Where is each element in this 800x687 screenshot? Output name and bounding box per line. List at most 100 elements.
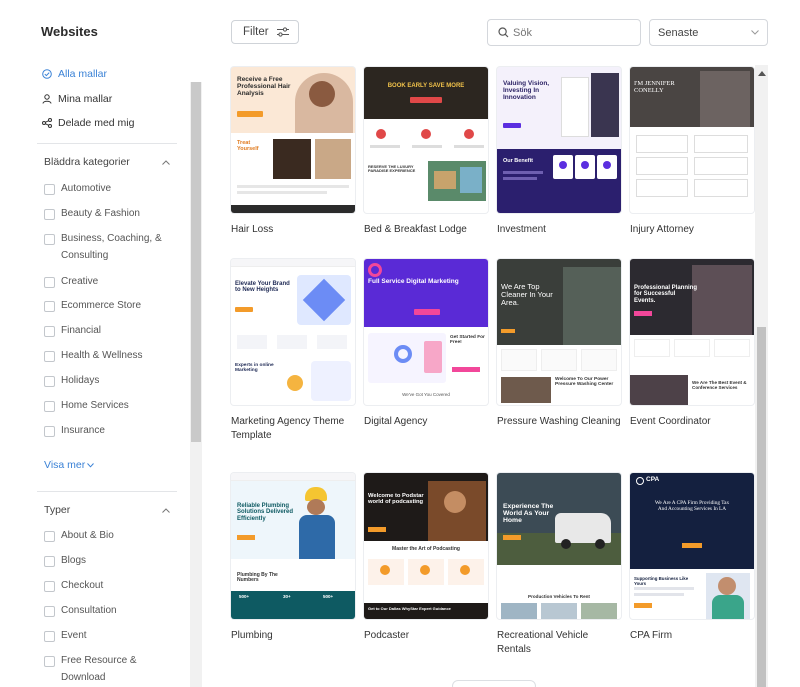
template-thumbnail[interactable]: Welcome to Podstar world of podcasting M…	[364, 473, 488, 619]
category-ecommerce[interactable]: Ecommerce Store	[44, 300, 173, 314]
checkbox[interactable]	[44, 301, 55, 312]
template-thumbnail[interactable]: We Are Top Cleaner In Your Area. Welcome…	[497, 259, 621, 405]
template-card-event-coordinator[interactable]: Professional Planning for Successful Eve…	[630, 259, 754, 429]
checkbox[interactable]	[44, 401, 55, 412]
sidebar-item-all-templates[interactable]: Alla mallar	[42, 68, 107, 80]
template-thumbnail[interactable]: Reliable Plumbing Solutions Delivered Ef…	[231, 473, 355, 619]
template-card-cpa-firm[interactable]: CPA We Are A CPA Firm Providing Tax And …	[630, 473, 754, 643]
template-card-investment[interactable]: Valuing Vision, Investing In Innovation …	[497, 67, 621, 237]
sidebar-scrollbar[interactable]	[190, 82, 202, 687]
template-name: Investment	[497, 224, 546, 235]
template-name: Recreational Vehicle Rentals	[497, 630, 589, 655]
template-card-podcaster[interactable]: Welcome to Podstar world of podcasting M…	[364, 473, 488, 643]
thumb-subtitle: Our Benefit	[503, 158, 533, 164]
sidebar: Alla mallar Mina mallar Delade med mig B…	[0, 62, 203, 687]
template-name: Bed & Breakfast Lodge	[364, 224, 467, 235]
search-input[interactable]	[513, 26, 633, 39]
checkbox[interactable]	[44, 606, 55, 617]
thumb-headline: Elevate Your Brand to New Heights	[235, 281, 290, 294]
main-scrollbar-thumb[interactable]	[757, 327, 766, 687]
category-financial[interactable]: Financial	[44, 325, 173, 339]
template-card-marketing-agency[interactable]: Elevate Your Brand to New Heights Expert…	[231, 259, 355, 443]
template-thumbnail[interactable]: I'M JENNIFER CONELLY	[630, 67, 754, 213]
template-card-rv-rentals[interactable]: Experience The World As Your Home Produc…	[497, 473, 621, 657]
chevron-up-icon	[162, 507, 170, 513]
check-circle-icon	[42, 69, 52, 79]
checkbox[interactable]	[44, 631, 55, 642]
checkbox[interactable]	[44, 376, 55, 387]
category-home-services[interactable]: Home Services	[44, 400, 173, 414]
template-name: Pressure Washing Cleaning	[497, 416, 621, 427]
template-thumbnail[interactable]: Receive a Free Professional Hair Analysi…	[231, 67, 355, 213]
types-header[interactable]: Typer	[44, 504, 170, 516]
main-scrollbar[interactable]	[755, 65, 768, 687]
template-thumbnail[interactable]: BOOK EARLY SAVE MORE RESERVE THE LUXURY …	[364, 67, 488, 213]
checkbox[interactable]	[44, 234, 55, 245]
template-thumbnail[interactable]: Professional Planning for Successful Eve…	[630, 259, 754, 405]
search-box[interactable]	[487, 19, 641, 46]
checkbox[interactable]	[44, 326, 55, 337]
template-name: CPA Firm	[630, 630, 673, 641]
sliders-icon	[276, 27, 289, 37]
template-thumbnail[interactable]: Full Service Digital Marketing Get Start…	[364, 259, 488, 405]
type-checkout[interactable]: Checkout	[44, 580, 173, 594]
template-thumbnail[interactable]: Experience The World As Your Home Produc…	[497, 473, 621, 619]
checkbox[interactable]	[44, 351, 55, 362]
scroll-up-arrow-icon[interactable]	[758, 71, 766, 76]
filter-button[interactable]: Filter	[231, 20, 299, 44]
category-business[interactable]: Business, Coaching, & Consulting	[44, 233, 173, 264]
checkbox[interactable]	[44, 184, 55, 195]
chevron-down-icon	[87, 462, 95, 468]
sort-select[interactable]: Senaste	[649, 19, 768, 46]
template-thumbnail[interactable]: Elevate Your Brand to New Heights Expert…	[231, 259, 355, 405]
category-creative[interactable]: Creative	[44, 276, 173, 290]
filter-label: Filter	[243, 26, 269, 38]
sidebar-item-my-templates[interactable]: Mina mallar	[42, 93, 112, 105]
template-thumbnail[interactable]: Valuing Vision, Investing In Innovation …	[497, 67, 621, 213]
template-name: Injury Attorney	[630, 224, 694, 235]
show-more-link[interactable]: Visa mer	[44, 459, 95, 471]
thumb-subtitle: Supporting Business Like Yours	[634, 576, 689, 586]
category-beauty-fashion[interactable]: Beauty & Fashion	[44, 208, 173, 222]
template-card-pressure-washing[interactable]: We Are Top Cleaner In Your Area. Welcome…	[497, 259, 621, 429]
thumb-headline: We Are Top Cleaner In Your Area.	[501, 282, 553, 307]
categories-header[interactable]: Bläddra kategorier	[44, 156, 170, 168]
template-name: Marketing Agency Theme Template	[231, 416, 345, 441]
sidebar-scrollbar-thumb[interactable]	[191, 82, 201, 442]
type-consultation[interactable]: Consultation	[44, 605, 173, 619]
template-card-hair-loss[interactable]: Receive a Free Professional Hair Analysi…	[231, 67, 355, 237]
template-card-bed-breakfast[interactable]: BOOK EARLY SAVE MORE RESERVE THE LUXURY …	[364, 67, 488, 237]
thumb-headline: Experience The World As Your Home	[503, 503, 554, 525]
checkbox[interactable]	[44, 426, 55, 437]
type-blogs[interactable]: Blogs	[44, 555, 173, 569]
categories-title: Bläddra kategorier	[44, 156, 130, 168]
page-title: Websites	[41, 24, 98, 39]
divider	[37, 143, 177, 144]
checkbox[interactable]	[44, 581, 55, 592]
type-event[interactable]: Event	[44, 630, 173, 644]
thumb-headline: Valuing Vision, Investing In Innovation	[503, 80, 550, 101]
thumb-extra: We've Got You Covered	[402, 392, 450, 397]
thumb-stat: 500+	[239, 594, 250, 599]
template-card-plumbing[interactable]: Reliable Plumbing Solutions Delivered Ef…	[231, 473, 355, 643]
load-more-button[interactable]	[452, 680, 536, 687]
category-insurance[interactable]: Insurance	[44, 425, 173, 439]
thumb-subtitle: We Are The Best Event & Conference Servi…	[692, 380, 747, 390]
category-health[interactable]: Health & Wellness	[44, 350, 173, 364]
thumb-subtitle: Treat Yourself	[237, 140, 259, 152]
share-icon	[42, 118, 52, 128]
checkbox[interactable]	[44, 277, 55, 288]
category-automotive[interactable]: Automotive	[44, 183, 173, 197]
checkbox[interactable]	[44, 209, 55, 220]
type-about-bio[interactable]: About & Bio	[44, 530, 173, 544]
category-holidays[interactable]: Holidays	[44, 375, 173, 389]
type-free-resource[interactable]: Free Resource & Download	[44, 655, 173, 686]
template-name: Digital Agency	[364, 416, 428, 427]
template-card-digital-agency[interactable]: Full Service Digital Marketing Get Start…	[364, 259, 488, 429]
sidebar-item-shared-with-me[interactable]: Delade med mig	[42, 117, 134, 129]
template-thumbnail[interactable]: CPA We Are A CPA Firm Providing Tax And …	[630, 473, 754, 619]
checkbox[interactable]	[44, 531, 55, 542]
checkbox[interactable]	[44, 656, 55, 667]
checkbox[interactable]	[44, 556, 55, 567]
template-card-injury-attorney[interactable]: I'M JENNIFER CONELLY Injury Attorney	[630, 67, 754, 237]
